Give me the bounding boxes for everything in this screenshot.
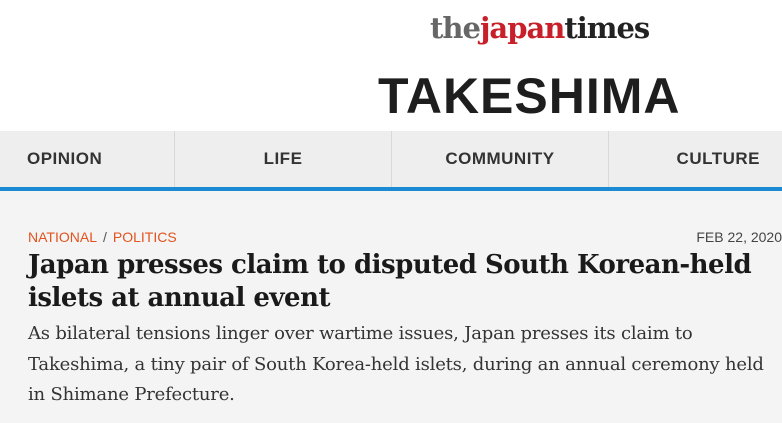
- nav-item-opinion[interactable]: OPINION: [0, 131, 175, 187]
- nav-item-culture[interactable]: CULTURE: [609, 131, 782, 187]
- logo-the: the: [430, 11, 481, 45]
- category-link-politics[interactable]: POLITICS: [113, 229, 177, 245]
- category-separator: /: [102, 229, 107, 245]
- logo-times: times: [564, 11, 650, 45]
- logo-japan: japan: [479, 11, 565, 45]
- nav-item-life[interactable]: LIFE: [175, 131, 392, 187]
- nav-item-community[interactable]: COMMUNITY: [392, 131, 609, 187]
- article-summary: As bilateral tensions linger over wartim…: [28, 323, 764, 405]
- section-nav: OPINION LIFE COMMUNITY CULTURE: [0, 131, 782, 191]
- article-headline[interactable]: Japan presses claim to disputed South Ko…: [28, 249, 782, 315]
- category-link-national[interactable]: NATIONAL: [28, 229, 97, 245]
- article-card: NATIONAL / POLITICS FEB 22, 2020 Japan pre…: [0, 191, 782, 423]
- topic-title: TAKESHIMA: [378, 68, 681, 124]
- site-logo[interactable]: thejapantimes: [430, 8, 660, 48]
- article-meta: NATIONAL / POLITICS FEB 22, 2020: [28, 229, 782, 247]
- article-date: FEB 22, 2020: [696, 229, 782, 245]
